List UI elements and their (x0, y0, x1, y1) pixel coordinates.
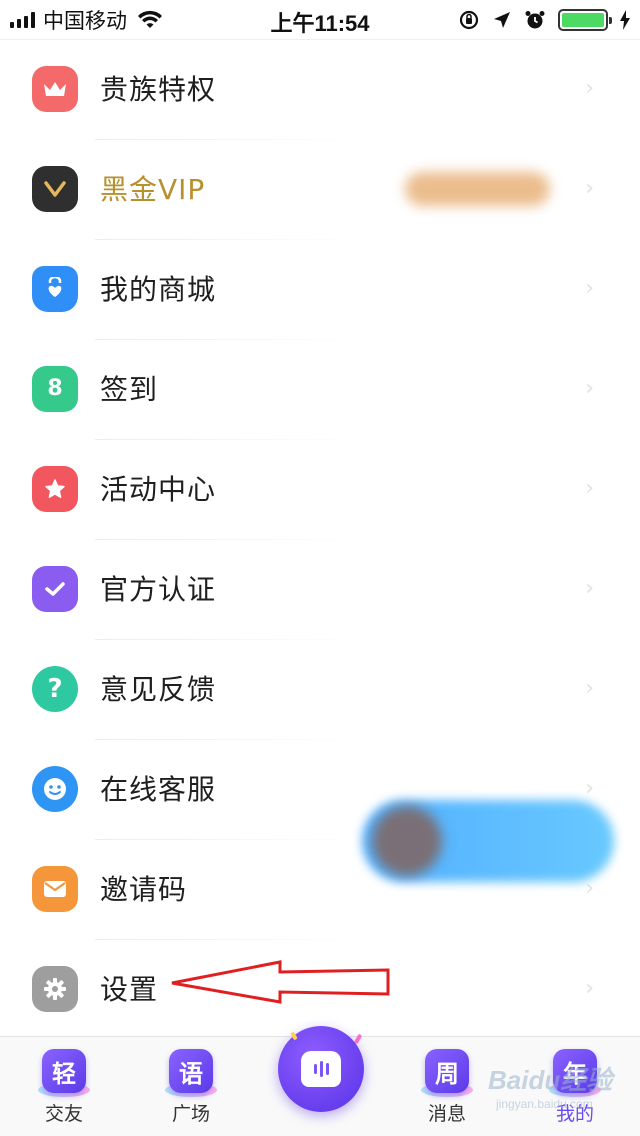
check-badge-icon (32, 566, 78, 612)
menu-list: 贵族特权 › 黑金VIP › 我的商城 › 8 签到 › 活动中心 › 官方认证… (0, 40, 640, 1040)
menu-item-label: 签到 (100, 373, 159, 406)
shopping-bag-icon (32, 266, 78, 312)
calendar-checkin-icon: 8 (32, 366, 78, 412)
annotation-arrow-icon (171, 960, 390, 1004)
orientation-lock-icon (459, 10, 479, 30)
chevron-right-icon: › (585, 176, 594, 201)
battery-fill (562, 13, 604, 27)
square-tab-icon: 语 (165, 1045, 217, 1097)
tab-label: 消息 (427, 1103, 466, 1125)
vip-status-badge (405, 172, 550, 206)
menu-item-feedback[interactable]: ? 意见反馈 › (0, 640, 640, 740)
charging-bolt-icon (620, 10, 630, 30)
menu-item-label: 在线客服 (100, 773, 217, 806)
menu-item-label: 贵族特权 (100, 73, 217, 106)
menu-item-label: 官方认证 (100, 573, 217, 606)
menu-item-official-verification[interactable]: 官方认证 › (0, 540, 640, 640)
gear-icon (32, 966, 78, 1012)
status-bar: 中国移动 上午11:54 (0, 0, 640, 40)
star-icon (32, 466, 78, 512)
vip-v-icon (32, 166, 78, 212)
home-voice-icon (301, 1051, 341, 1087)
calendar-day-number: 8 (47, 376, 63, 401)
watermark-url: jingyan.baidu.com (496, 1097, 593, 1111)
friends-tab-icon: 轻 (38, 1045, 90, 1097)
center-home-button[interactable] (278, 1026, 364, 1112)
question-icon: ? (32, 666, 78, 712)
menu-item-label: 活动中心 (100, 473, 217, 506)
chevron-right-icon: › (585, 976, 594, 1001)
envelope-icon (32, 866, 78, 912)
tab-friends[interactable]: 轻 交友 (14, 1045, 114, 1126)
battery-icon (558, 9, 612, 31)
chevron-right-icon: › (585, 76, 594, 101)
chevron-right-icon: › (585, 576, 594, 601)
chevron-right-icon: › (585, 376, 594, 401)
tab-label: 广场 (171, 1103, 210, 1125)
watermark-logo: Baidu经验 (488, 1065, 613, 1095)
menu-item-label: 黑金VIP (100, 173, 206, 206)
tab-label: 交友 (44, 1103, 83, 1125)
status-right (458, 7, 630, 33)
menu-item-label: 我的商城 (100, 273, 217, 306)
watermark: Baidu经验 jingyan.baidu.com (488, 1060, 636, 1130)
menu-item-label: 意见反馈 (100, 673, 217, 706)
floating-card-avatar (372, 806, 442, 876)
menu-item-label: 邀请码 (100, 873, 188, 906)
menu-item-check-in[interactable]: 8 签到 › (0, 340, 640, 440)
menu-item-label: 设置 (100, 973, 159, 1006)
chevron-right-icon: › (585, 476, 594, 501)
alarm-clock-icon (525, 11, 545, 29)
question-mark: ? (47, 674, 63, 704)
chevron-right-icon: › (585, 876, 594, 901)
menu-item-black-gold-vip[interactable]: 黑金VIP › (0, 140, 640, 240)
tab-square[interactable]: 语 广场 (141, 1045, 241, 1126)
tab-messages[interactable]: 周 消息 (397, 1045, 497, 1126)
crown-icon (32, 66, 78, 112)
chevron-right-icon: › (585, 676, 594, 701)
chevron-right-icon: › (585, 776, 594, 801)
messages-tab-icon: 周 (421, 1045, 473, 1097)
chevron-right-icon: › (585, 276, 594, 301)
menu-item-my-mall[interactable]: 我的商城 › (0, 240, 640, 340)
menu-item-noble-privilege[interactable]: 贵族特权 › (0, 40, 640, 140)
menu-item-activity-center[interactable]: 活动中心 › (0, 440, 640, 540)
location-arrow-icon (494, 12, 510, 28)
smiley-icon (32, 766, 78, 812)
